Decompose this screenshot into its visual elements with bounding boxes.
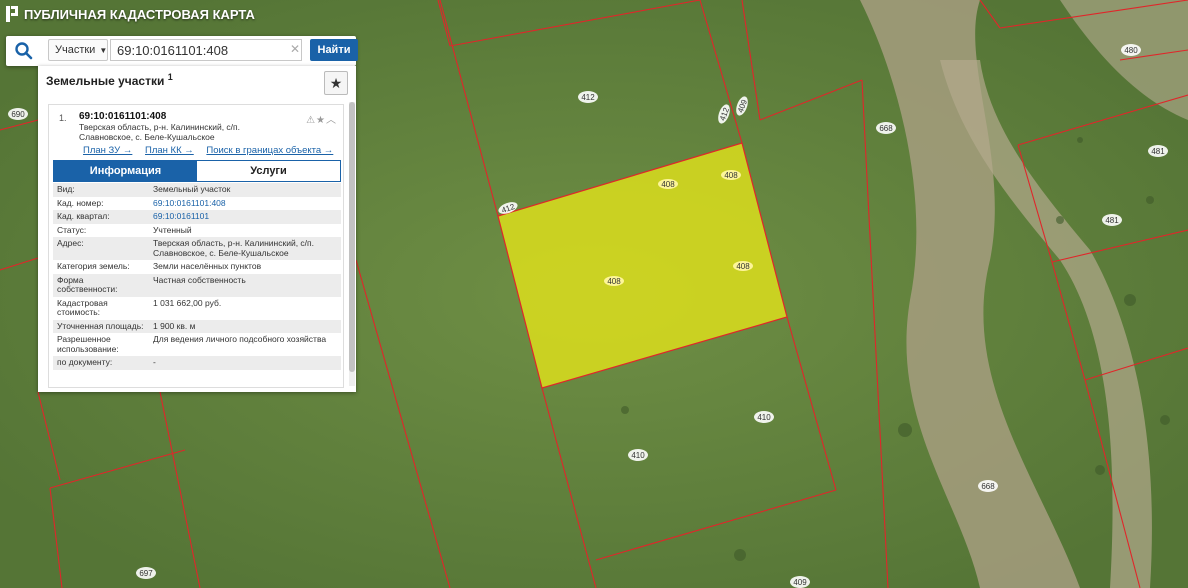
chevron-down-icon: ▼ — [99, 45, 108, 55]
logo-icon — [6, 6, 18, 22]
svg-text:697: 697 — [139, 569, 153, 578]
favorite-button[interactable]: ★ — [324, 71, 348, 95]
parcel-label-408c: 408 — [604, 276, 624, 286]
info-row: Категория земель: Земли населённых пункто… — [57, 261, 262, 271]
svg-text:408: 408 — [607, 277, 621, 286]
parcel-label-668b: 668 — [978, 480, 998, 492]
parcel-label-697: 697 — [136, 567, 156, 579]
svg-text:408: 408 — [661, 180, 675, 189]
info-table: Вид: Земельный участок Кад. номер: 69:10:0… — [53, 183, 341, 370]
info-row: Форма собственности: Частная собственност… — [53, 273, 341, 297]
item-number: 1. — [59, 113, 67, 123]
info-row: Уточненная площадь: 1 900 кв. м — [53, 319, 341, 333]
info-row: Вид: Земельный участок — [53, 183, 341, 197]
star-outline-icon[interactable]: ★ — [316, 115, 326, 126]
info-row: Кад. номер: 69:10:0161101:408 — [57, 197, 226, 208]
scrollbar-thumb[interactable] — [349, 102, 355, 372]
parcel-address: Тверская область, р-н. Калининский, с/п.… — [79, 122, 240, 142]
star-icon: ★ — [329, 74, 343, 91]
search-bar: Участки ▼ ✕ Найти — [6, 36, 358, 66]
search-icon[interactable] — [14, 41, 34, 61]
app-title: ПУБЛИЧНАЯ КАДАСТРОВАЯ КАРТА — [24, 6, 255, 22]
svg-text:409: 409 — [793, 578, 807, 587]
card-tabs: Информация Услуги — [53, 160, 341, 182]
info-row: Адрес: Тверская область, р-н. Калининский… — [53, 237, 341, 260]
link-search-within[interactable]: Поиск в границах объекта → — [206, 145, 333, 156]
info-row: Кад. квартал: 69:10:0161101 — [53, 210, 341, 224]
card-actions: ⚠★︿ — [306, 111, 337, 126]
svg-text:690: 690 — [11, 110, 25, 119]
info-row: Разрешенное использование: Для ведения ли… — [57, 334, 327, 354]
svg-text:408: 408 — [736, 262, 750, 271]
search-type-label: Участки — [55, 44, 96, 56]
svg-text:481: 481 — [1151, 147, 1165, 156]
svg-text:668: 668 — [879, 124, 893, 133]
parcel-cadastral-number[interactable]: 69:10:0161101:408 — [79, 111, 166, 122]
info-row: Статус: Учтенный — [57, 224, 192, 235]
search-input[interactable] — [110, 39, 302, 61]
parcel-label-412: 412 — [578, 91, 598, 103]
link-plan-zu[interactable]: План ЗУ → — [83, 145, 132, 156]
warning-icon[interactable]: ⚠ — [306, 115, 316, 126]
search-type-select[interactable]: Участки ▼ — [48, 39, 108, 61]
app-header: ПУБЛИЧНАЯ КАДАСТРОВАЯ КАРТА — [6, 6, 255, 22]
parcel-label-408a: 408 — [658, 179, 678, 189]
parcel-label-409: 409 — [790, 576, 810, 588]
clear-icon[interactable]: ✕ — [290, 42, 300, 56]
tab-information[interactable]: Информация — [54, 161, 197, 181]
svg-text:410: 410 — [631, 451, 645, 460]
parcel-label-480: 480 — [1121, 44, 1141, 56]
link-plan-kk[interactable]: План КК → — [145, 145, 194, 156]
panel-title: Земельные участки 1 — [46, 72, 173, 88]
info-row: Кадастровая стоимость: 1 031 662,00 руб. — [57, 297, 222, 317]
find-button[interactable]: Найти — [310, 39, 358, 61]
parcel-label-408d: 408 — [733, 261, 753, 271]
parcel-label-481a: 481 — [1148, 145, 1168, 157]
chevron-up-icon[interactable]: ︿ — [326, 115, 337, 126]
svg-text:481: 481 — [1105, 216, 1119, 225]
parcel-label-690: 690 — [8, 108, 28, 120]
info-row: по документу: - — [53, 356, 341, 370]
parcel-label-668: 668 — [876, 122, 896, 134]
parcel-label-408b: 408 — [721, 170, 741, 180]
svg-text:410: 410 — [757, 413, 771, 422]
results-panel: Земельные участки 1 ★ 1. 69:10:0161101:4… — [38, 66, 356, 392]
svg-text:412: 412 — [581, 93, 595, 102]
parcel-card: 1. 69:10:0161101:408 Тверская область, р… — [48, 104, 344, 388]
parcel-label-410b: 410 — [628, 449, 648, 461]
result-count: 1 — [167, 72, 173, 82]
svg-text:480: 480 — [1124, 46, 1138, 55]
tab-services[interactable]: Услуги — [197, 161, 340, 181]
svg-text:668: 668 — [981, 482, 995, 491]
parcel-label-481b: 481 — [1102, 214, 1122, 226]
parcel-links: План ЗУ → План КК → Поиск в границах объ… — [83, 145, 343, 156]
parcel-label-410a: 410 — [754, 411, 774, 423]
svg-text:408: 408 — [724, 171, 738, 180]
